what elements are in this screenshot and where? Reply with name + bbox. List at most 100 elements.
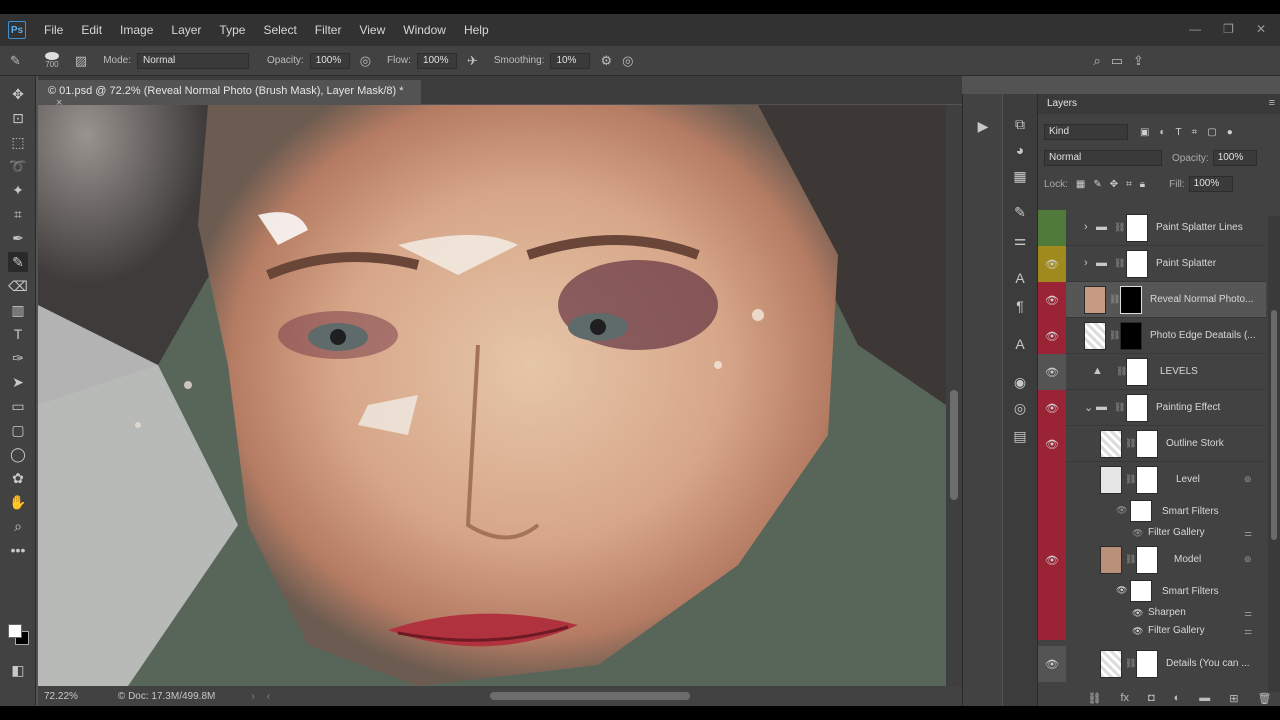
close-button[interactable]: ✕ bbox=[1256, 22, 1266, 36]
layer-mask-thumbnail[interactable] bbox=[1126, 394, 1148, 422]
visibility-eye-icon[interactable]: 👁︎ bbox=[1132, 528, 1143, 539]
brush-panel-icon[interactable]: ▨ bbox=[75, 53, 87, 69]
share-icon[interactable]: ⇪ bbox=[1133, 53, 1144, 69]
new-adjustment-icon[interactable]: ◐ bbox=[1174, 692, 1181, 706]
ellipse-tool-icon[interactable]: ◯ bbox=[8, 444, 28, 464]
layers-panel-tab[interactable]: Layers ≡ bbox=[1038, 94, 1280, 114]
filter-type-icon[interactable]: T bbox=[1176, 127, 1182, 138]
lock-all-icon[interactable]: 🔒︎ bbox=[1140, 179, 1145, 190]
blending-options-icon[interactable]: ⚌ bbox=[1244, 608, 1252, 619]
history-icon[interactable]: ⧉ bbox=[1009, 114, 1031, 134]
move-tool-icon[interactable]: ✥ bbox=[8, 84, 28, 104]
filter-effect-row[interactable]: 👁︎ Filter Gallery ⚌ bbox=[1038, 622, 1266, 640]
sharpen-label[interactable]: Sharpen bbox=[1148, 607, 1186, 618]
smart-filters-label[interactable]: Smart Filters bbox=[1162, 586, 1219, 597]
layer-name[interactable]: Level bbox=[1176, 474, 1200, 485]
adjustments-icon[interactable]: ⚌ bbox=[1009, 230, 1031, 250]
visibility-eye-icon[interactable]: 👁︎ bbox=[1038, 354, 1066, 390]
scroll-left-icon[interactable]: ‹ bbox=[267, 691, 270, 702]
color-swatches[interactable] bbox=[6, 622, 32, 648]
expand-arrow-icon[interactable]: › bbox=[1084, 221, 1088, 233]
filter-mask-thumbnail[interactable] bbox=[1130, 580, 1152, 602]
foreground-color-swatch[interactable] bbox=[8, 624, 22, 638]
visibility-eye-icon[interactable]: 👁︎ bbox=[1116, 505, 1127, 516]
layer-name[interactable]: Paint Splatter bbox=[1156, 258, 1216, 269]
visibility-eye-icon[interactable]: 👁︎ bbox=[1132, 608, 1143, 619]
visibility-eye-icon[interactable]: 👁︎ bbox=[1038, 246, 1066, 282]
lock-image-icon[interactable]: ✎ bbox=[1093, 179, 1101, 190]
menu-filter[interactable]: Filter bbox=[315, 23, 342, 37]
character-icon[interactable]: A bbox=[1009, 268, 1031, 288]
search-icon[interactable]: ⌕ bbox=[1093, 53, 1100, 69]
layer-row[interactable]: 👁︎ ⛓︎ Outline Stork bbox=[1038, 426, 1266, 462]
layer-name[interactable]: Paint Splatter Lines bbox=[1156, 222, 1243, 233]
layer-thumbnail[interactable] bbox=[1084, 286, 1106, 314]
layer-row[interactable]: 👁︎ ⛓︎ Details (You can ... bbox=[1038, 646, 1266, 682]
visibility-toggle[interactable] bbox=[1038, 462, 1066, 498]
menu-image[interactable]: Image bbox=[120, 23, 153, 37]
layer-name[interactable]: Painting Effect bbox=[1156, 402, 1220, 413]
smart-filters-row[interactable]: 👁︎ Smart Filters bbox=[1038, 578, 1266, 604]
menu-edit[interactable]: Edit bbox=[81, 23, 102, 37]
layer-mask-thumbnail[interactable] bbox=[1136, 466, 1158, 494]
menu-file[interactable]: File bbox=[44, 23, 63, 37]
layer-mask-thumbnail[interactable] bbox=[1136, 650, 1158, 678]
filter-smart-icon[interactable]: ▢ bbox=[1207, 127, 1216, 138]
smart-filters-row[interactable]: 👁︎ Smart Filters bbox=[1038, 498, 1266, 524]
document-tab[interactable]: © 01.psd @ 72.2% (Reveal Normal Photo (B… bbox=[38, 80, 421, 109]
crop-tool-icon[interactable]: ⌗ bbox=[8, 204, 28, 224]
layer-mask-thumbnail[interactable] bbox=[1120, 286, 1142, 314]
layers-scroll-thumb[interactable] bbox=[1271, 310, 1277, 540]
more-tools-icon[interactable]: ••• bbox=[8, 540, 28, 560]
layer-thumbnail[interactable] bbox=[1084, 322, 1106, 350]
menu-help[interactable]: Help bbox=[464, 23, 489, 37]
menu-type[interactable]: Type bbox=[219, 23, 245, 37]
workspace-icon[interactable]: ▭ bbox=[1111, 53, 1123, 69]
fill-field[interactable]: 100% bbox=[1188, 176, 1233, 192]
filter-kind-select[interactable]: Kind bbox=[1044, 124, 1128, 140]
layer-opacity-field[interactable]: 100% bbox=[1212, 150, 1257, 166]
visibility-eye-icon[interactable]: 👁︎ bbox=[1038, 282, 1066, 318]
filter-gallery-label[interactable]: Filter Gallery bbox=[1148, 625, 1205, 636]
layer-row[interactable]: 👁︎ › ▬ ⛓︎ Paint Splatter bbox=[1038, 246, 1266, 282]
smart-filter-indicator-icon[interactable]: ⊚ bbox=[1244, 554, 1252, 565]
layer-name[interactable]: Outline Stork bbox=[1166, 438, 1224, 449]
channels-icon[interactable]: ◉ bbox=[1009, 372, 1031, 392]
layer-row[interactable]: 👁︎ ▲ ⛓︎ LEVELS bbox=[1038, 354, 1266, 390]
smart-filters-label[interactable]: Smart Filters bbox=[1162, 506, 1219, 517]
add-mask-icon[interactable]: ◘ bbox=[1148, 692, 1155, 706]
filter-shape-icon[interactable]: ⌗ bbox=[1192, 127, 1198, 138]
properties-icon[interactable]: ▤ bbox=[1009, 426, 1031, 446]
expand-arrow-icon[interactable]: › bbox=[1084, 257, 1088, 269]
mode-select[interactable]: Normal bbox=[137, 52, 249, 69]
type-tool-icon[interactable]: T bbox=[8, 324, 28, 344]
horizontal-scroll-thumb[interactable] bbox=[490, 692, 690, 700]
visibility-eye-icon[interactable]: 👁︎ bbox=[1038, 646, 1066, 682]
brushes-icon[interactable]: ✎ bbox=[1009, 202, 1031, 222]
swatches-icon[interactable]: ▦ bbox=[1009, 166, 1031, 186]
layer-row[interactable]: › ▬ ⛓︎ Paint Splatter Lines bbox=[1038, 210, 1266, 246]
layer-name[interactable]: Reveal Normal Photo... bbox=[1150, 294, 1253, 305]
layer-name[interactable]: LEVELS bbox=[1160, 366, 1198, 377]
visibility-toggle[interactable] bbox=[1038, 210, 1066, 246]
pressure-opacity-icon[interactable]: ◎ bbox=[360, 53, 371, 69]
smart-object-thumbnail[interactable] bbox=[1100, 466, 1122, 494]
pen-tool-icon[interactable]: ✑ bbox=[8, 348, 28, 368]
menu-select[interactable]: Select bbox=[263, 23, 296, 37]
filter-adjustment-icon[interactable]: ◐ bbox=[1159, 127, 1165, 138]
quick-mask-icon[interactable]: ◧ bbox=[8, 660, 28, 680]
layer-row[interactable]: 👁︎ ⌄ ▬ ⛓︎ Painting Effect bbox=[1038, 390, 1266, 426]
layer-mask-thumbnail[interactable] bbox=[1120, 322, 1142, 350]
filter-gallery-label[interactable]: Filter Gallery bbox=[1148, 527, 1205, 538]
layer-thumbnail[interactable] bbox=[1100, 650, 1122, 678]
canvas-vertical-scrollbar[interactable] bbox=[946, 105, 962, 694]
layer-row-selected[interactable]: 👁︎ ⛓︎ Reveal Normal Photo... bbox=[1038, 282, 1266, 318]
rectangle-tool-icon[interactable]: ▭ bbox=[8, 396, 28, 416]
layers-scrollbar[interactable] bbox=[1268, 216, 1280, 692]
smart-object-thumbnail[interactable] bbox=[1100, 546, 1122, 574]
lock-position-icon[interactable]: ✥ bbox=[1110, 179, 1118, 190]
expand-arrow-icon[interactable]: ⌄ bbox=[1084, 401, 1093, 414]
blending-options-icon[interactable]: ⚌ bbox=[1244, 528, 1252, 539]
trash-icon[interactable]: 🗑︎ bbox=[1257, 692, 1271, 706]
layer-mask-thumbnail[interactable] bbox=[1126, 250, 1148, 278]
